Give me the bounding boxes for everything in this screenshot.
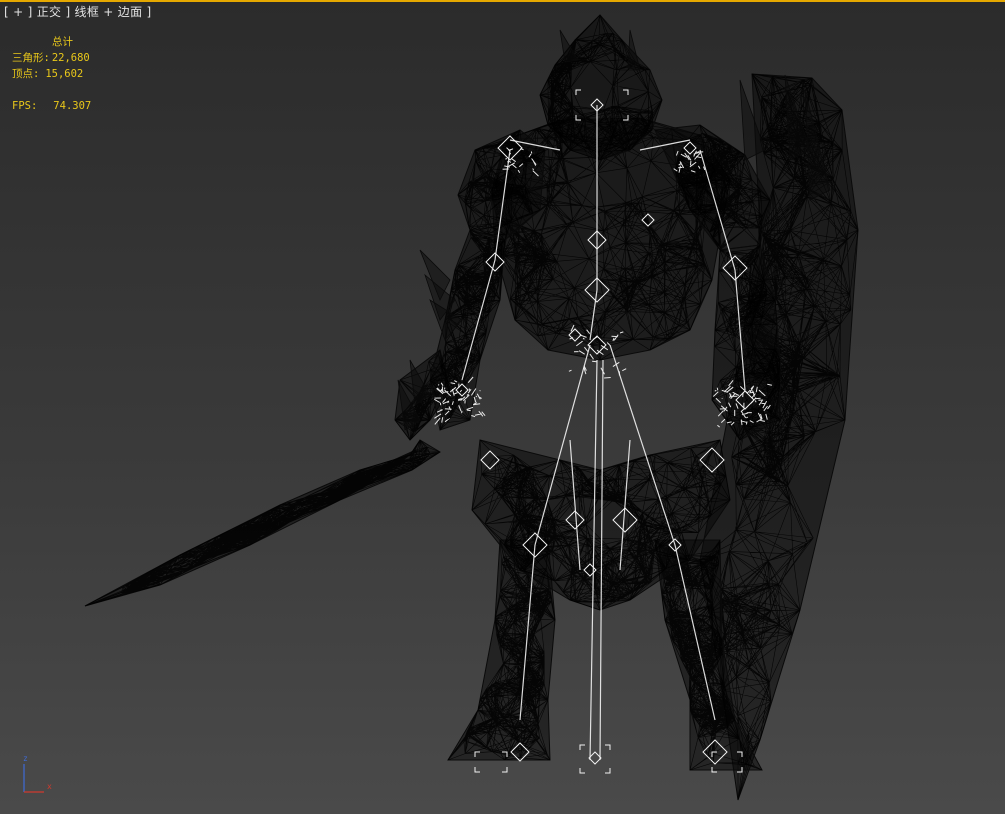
sword-blade-wire-edges — [84, 439, 441, 607]
wireframe-knight-model[interactable] — [0, 0, 1005, 814]
perspective-viewport[interactable]: [ + ] 正交 ] 线框 + 边面 ] 总计 三角形: 22,680 顶点: 15… — [0, 0, 1005, 814]
x-axis-label: x — [47, 782, 52, 791]
z-axis-label: z — [23, 754, 28, 763]
bone-joint-19 — [588, 751, 602, 765]
armor-spike-10 — [627, 29, 641, 71]
axis-gizmo: z x — [18, 754, 58, 796]
pelvis-root-selection-brackets — [579, 744, 611, 774]
